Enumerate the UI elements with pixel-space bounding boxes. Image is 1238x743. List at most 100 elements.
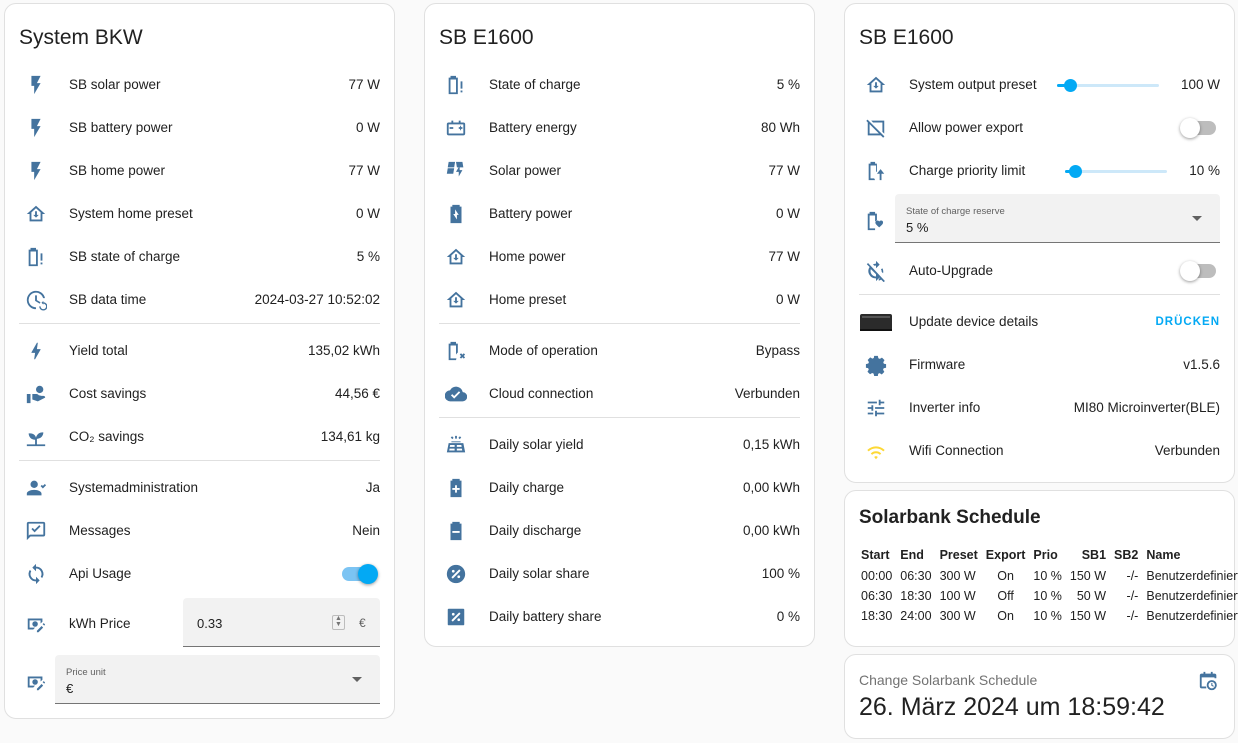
system-home-preset-row[interactable]: System home preset 0 W	[5, 192, 380, 235]
row-label: Cost savings	[69, 386, 147, 401]
systemadministration-row[interactable]: Systemadministration Ja	[5, 466, 380, 509]
allow-power-export-toggle[interactable]	[1180, 117, 1216, 138]
cloud-connection-row[interactable]: Cloud connection Verbunden	[425, 372, 800, 415]
system-output-preset-slider[interactable]	[1056, 75, 1159, 95]
table-cell: Benutzerdefiniert	[1146, 569, 1238, 583]
battery-arrow-up-icon	[859, 160, 893, 182]
home-lightning-icon	[439, 246, 473, 268]
daily-solar-yield-row[interactable]: Daily solar yield 0,15 kWh	[425, 423, 800, 466]
solar-panel-icon	[439, 434, 473, 456]
inverter-info-row[interactable]: Inverter info MI80 Microinverter(BLE)	[845, 386, 1220, 429]
auto-upgrade-toggle[interactable]	[1180, 260, 1216, 281]
sb-solar-power-row[interactable]: SB solar power 77 W	[5, 63, 380, 106]
column-header: Start	[861, 548, 890, 562]
table-row: 18:30 24:00 300 W On 10 % 150 W -/- Benu…	[857, 606, 1238, 626]
battery-power-row[interactable]: Battery power 0 W	[425, 192, 800, 235]
table-cell: 10 %	[1033, 569, 1062, 583]
row-value: MI80 Microinverter(BLE)	[1073, 400, 1220, 415]
daily-solar-share-row[interactable]: Daily solar share 100 %	[425, 552, 800, 595]
card-title: SB E1600	[859, 26, 954, 49]
solar-power-row[interactable]: Solar power 77 W	[425, 149, 800, 192]
table-cell: -/-	[1126, 609, 1139, 623]
yield-total-row[interactable]: Yield total 135,02 kWh	[5, 329, 380, 372]
flash-icon	[19, 117, 53, 139]
table-cell: 150 W	[1069, 609, 1107, 623]
sb-home-power-row[interactable]: SB home power 77 W	[5, 149, 380, 192]
api-usage-toggle[interactable]	[342, 563, 378, 584]
home-power-row[interactable]: Home power 77 W	[425, 235, 800, 278]
slider-thumb[interactable]	[1064, 78, 1078, 92]
row-value: 135,02 kWh	[307, 343, 380, 358]
row-value: Bypass	[755, 343, 800, 358]
charge-priority-limit-row: Charge priority limit 10 %	[845, 149, 1220, 192]
row-label: Home preset	[489, 292, 567, 307]
table-cell: Benutzerdefiniert	[1146, 609, 1238, 623]
wifi-connection-row[interactable]: Wifi Connection Verbunden	[845, 429, 1220, 472]
sb-data-time-row[interactable]: SB data time 2024-03-27 10:52:02	[5, 278, 380, 321]
row-label: Cloud connection	[489, 386, 594, 401]
kwh-price-unit: €	[359, 616, 366, 630]
row-value: 2024-03-27 10:52:02	[254, 292, 380, 307]
kwh-price-input[interactable]: 0.33 ▲ ▼ €	[183, 598, 380, 647]
sb-state-of-charge-row[interactable]: SB state of charge 5 %	[5, 235, 380, 278]
toggle-knob	[1180, 260, 1200, 281]
row-value: Ja	[365, 480, 380, 495]
daily-charge-row[interactable]: Daily charge 0,00 kWh	[425, 466, 800, 509]
spinner-icon[interactable]: ▲ ▼	[332, 615, 345, 630]
battery-charging-icon	[439, 203, 473, 225]
update-device-button[interactable]: DRÜCKEN	[1156, 316, 1221, 328]
daily-battery-share-row[interactable]: Daily battery share 0 %	[425, 595, 800, 638]
toggle-knob	[1180, 117, 1200, 138]
row-value: 0,00 kWh	[742, 523, 800, 538]
mode-of-operation-row[interactable]: Mode of operation Bypass	[425, 329, 800, 372]
home-preset-row[interactable]: Home preset 0 W	[425, 278, 800, 321]
row-label: Daily battery share	[489, 609, 602, 624]
divider	[439, 323, 800, 324]
row-value: 0 W	[775, 292, 800, 307]
table-cell: 24:00	[900, 609, 932, 623]
cost-savings-row[interactable]: Cost savings 44,56 €	[5, 372, 380, 415]
charge-priority-limit-slider[interactable]	[1065, 161, 1168, 181]
home-import-icon	[859, 74, 893, 96]
state-of-charge-row[interactable]: State of charge 5 %	[425, 63, 800, 106]
price-unit-select[interactable]: Price unit €	[55, 655, 380, 704]
firmware-row[interactable]: Firmware v1.5.6	[845, 343, 1220, 386]
row-label: System output preset	[909, 77, 1037, 92]
messages-row[interactable]: Messages Nein	[5, 509, 380, 552]
sb-battery-power-row[interactable]: SB battery power 0 W	[5, 106, 380, 149]
row-label: SB state of charge	[69, 249, 181, 264]
toggle-knob	[358, 563, 378, 584]
soc-reserve-select[interactable]: State of charge reserve 5 %	[895, 194, 1220, 243]
row-label: SB solar power	[69, 77, 161, 92]
select-label: State of charge reserve	[906, 206, 1005, 217]
change-schedule-card[interactable]: Change Solarbank Schedule 26. März 2024 …	[844, 654, 1235, 739]
row-label: State of charge	[489, 77, 581, 92]
daily-discharge-row[interactable]: Daily discharge 0,00 kWh	[425, 509, 800, 552]
row-label: CO₂ savings	[69, 429, 145, 444]
table-cell: 06:30	[861, 589, 893, 603]
battery-alert-icon	[19, 246, 53, 268]
co2-savings-row[interactable]: CO₂ savings 134,61 kg	[5, 415, 380, 458]
table-cell: 18:30	[861, 609, 893, 623]
row-value: 5 %	[776, 77, 800, 92]
slider-thumb[interactable]	[1069, 164, 1083, 178]
battery-energy-row[interactable]: Battery energy 80 Wh	[425, 106, 800, 149]
row-value: 0 %	[776, 609, 800, 624]
chevron-down-icon	[352, 677, 362, 682]
account-check-icon	[19, 477, 53, 499]
row-label: Firmware	[909, 357, 966, 372]
gear-icon	[859, 354, 893, 376]
row-label: Auto-Upgrade	[909, 263, 994, 278]
row-label: Allow power export	[909, 120, 1024, 135]
system-bkw-card: System BKW SB solar power 77 W SB batter…	[4, 3, 395, 719]
row-label: Wifi Connection	[909, 443, 1004, 458]
table-cell: 10 %	[1033, 609, 1062, 623]
percent-box-icon	[439, 606, 473, 628]
hand-coin-icon	[19, 383, 53, 405]
car-battery-icon	[439, 117, 473, 139]
sb-e1600-control-card: SB E1600 System output preset 100 W Allo…	[844, 3, 1235, 483]
column-header: Name	[1146, 548, 1181, 562]
export-off-icon	[859, 117, 893, 139]
row-value: 44,56 €	[334, 386, 380, 401]
table-row: 06:30 18:30 100 W Off 10 % 50 W -/- Benu…	[857, 586, 1238, 606]
